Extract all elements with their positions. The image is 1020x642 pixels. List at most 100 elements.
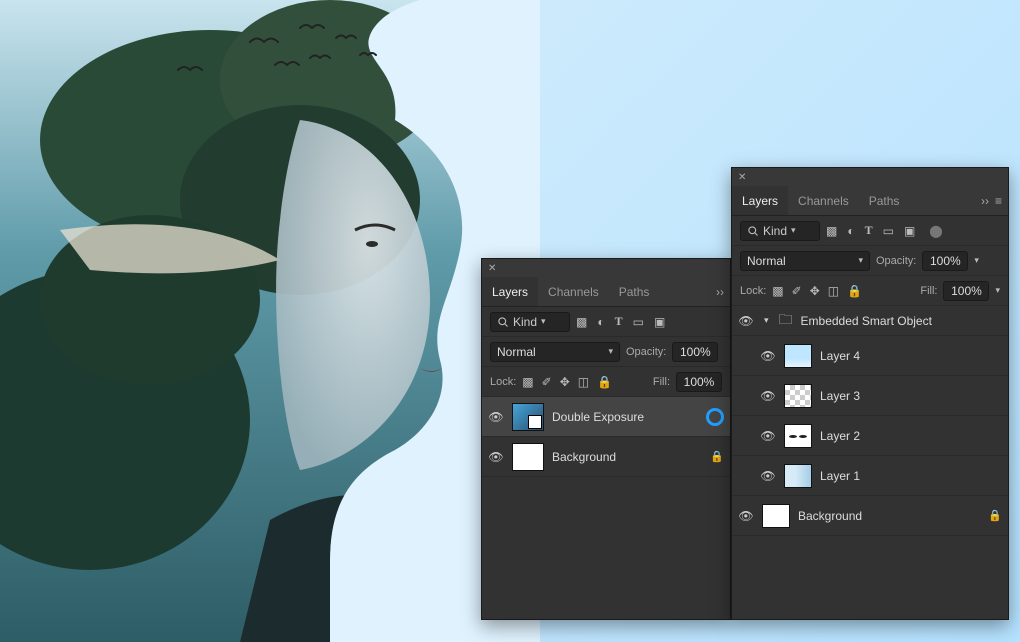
kind-label: Kind <box>513 315 537 329</box>
filter-adjust-icon[interactable]: ◐ <box>847 224 854 238</box>
layer-thumbnail[interactable] <box>762 504 790 528</box>
lock-artboard-icon[interactable]: ◫ <box>828 284 839 298</box>
expand-icon[interactable]: ›› <box>981 194 989 208</box>
close-icon[interactable]: ✕ <box>738 172 746 183</box>
close-icon[interactable]: ✕ <box>488 263 496 274</box>
lock-image-icon[interactable]: ✐ <box>542 375 552 389</box>
layers-panel-back: ✕ Layers Channels Paths ›› ≡ Kind ▾ ▩ ◐ … <box>731 167 1009 620</box>
layer-name[interactable]: Layer 4 <box>820 349 860 363</box>
lock-row: Lock: ▩ ✐ ✥ ◫ 🔒 Fill: 100% ▾ <box>732 276 1008 306</box>
filter-shape-icon[interactable]: ▭ <box>883 224 894 238</box>
layer-row[interactable]: 👁 Layer 3 <box>732 376 1008 416</box>
tab-channels[interactable]: Channels <box>538 277 609 306</box>
filter-smart-icon[interactable]: ▣ <box>654 315 665 329</box>
layer-name[interactable]: Layer 2 <box>820 429 860 443</box>
chevron-down-icon[interactable]: ▾ <box>974 255 979 266</box>
layer-name[interactable]: Layer 1 <box>820 469 860 483</box>
lock-transparency-icon[interactable]: ▩ <box>522 375 533 389</box>
visibility-toggle[interactable]: 👁 <box>760 389 776 403</box>
folder-icon: 🗀 <box>779 309 793 333</box>
layer-thumbnail[interactable] <box>784 384 812 408</box>
filter-pixel-icon[interactable]: ▩ <box>826 224 837 238</box>
visibility-toggle[interactable]: 👁 <box>738 509 754 523</box>
lock-position-icon[interactable]: ✥ <box>560 375 570 389</box>
panel-titlebar[interactable]: ✕ <box>482 259 730 277</box>
fill-input[interactable]: 100% <box>943 281 989 301</box>
layer-row[interactable]: 👁 Layer 1 <box>732 456 1008 496</box>
layer-thumbnail[interactable] <box>512 443 544 471</box>
filter-type-icon[interactable]: T <box>865 223 873 238</box>
tab-paths[interactable]: Paths <box>859 186 910 215</box>
blend-mode-select[interactable]: Normal ▾ <box>490 342 620 362</box>
tab-layers[interactable]: Layers <box>732 186 788 215</box>
layers-list: 👁 ▾ 🗀 Embedded Smart Object 👁 Layer 4 👁 … <box>732 306 1008 619</box>
visibility-toggle[interactable]: 👁 <box>760 429 776 443</box>
layer-row[interactable]: 👁 Layer 2 <box>732 416 1008 456</box>
visibility-toggle[interactable]: 👁 <box>488 450 504 464</box>
filter-shape-icon[interactable]: ▭ <box>633 315 644 329</box>
layer-thumbnail[interactable] <box>512 403 544 431</box>
tab-layers[interactable]: Layers <box>482 277 538 306</box>
layer-name[interactable]: Double Exposure <box>552 410 644 424</box>
blend-row: Normal ▾ Opacity: 100% ▾ <box>732 246 1008 276</box>
lock-icon[interactable]: 🔒 <box>710 450 724 463</box>
filter-smart-icon[interactable]: ▣ <box>904 224 915 238</box>
layer-filter-kind[interactable]: Kind ▾ <box>740 221 820 241</box>
layer-thumbnail[interactable] <box>784 464 812 488</box>
panel-menu-icon[interactable]: ≡ <box>995 194 1002 208</box>
layer-group-row[interactable]: 👁 ▾ 🗀 Embedded Smart Object <box>732 306 1008 336</box>
layer-row[interactable]: 👁 Layer 4 <box>732 336 1008 376</box>
filter-row: Kind ▾ ▩ ◐ T ▭ ▣ <box>482 307 730 337</box>
group-name[interactable]: Embedded Smart Object <box>801 314 932 328</box>
filter-icons: ▩ ◐ T ▭ ▣ <box>576 314 665 329</box>
expand-icon[interactable]: ›› <box>716 285 724 299</box>
layer-row-background[interactable]: 👁 Background 🔒 <box>732 496 1008 536</box>
chevron-down-icon: ▾ <box>541 316 546 327</box>
search-icon <box>747 225 759 237</box>
tab-channels[interactable]: Channels <box>788 186 859 215</box>
panel-tabs: Layers Channels Paths ›› ≡ <box>732 186 1008 216</box>
canvas-artwork <box>0 0 540 642</box>
lock-artboard-icon[interactable]: ◫ <box>578 375 589 389</box>
layer-name[interactable]: Background <box>552 450 616 464</box>
visibility-toggle[interactable]: 👁 <box>760 469 776 483</box>
layer-filter-kind[interactable]: Kind ▾ <box>490 312 570 332</box>
chevron-down-icon: ▾ <box>791 225 796 236</box>
panel-tabs: Layers Channels Paths ›› <box>482 277 730 307</box>
opacity-input[interactable]: 100% <box>672 342 718 362</box>
filter-adjust-icon[interactable]: ◐ <box>597 315 604 329</box>
lock-transparency-icon[interactable]: ▩ <box>772 284 783 298</box>
layer-thumbnail[interactable] <box>784 344 812 368</box>
chevron-down-icon[interactable]: ▾ <box>995 285 1000 296</box>
lock-all-icon[interactable]: 🔒 <box>847 284 862 298</box>
layers-list: 👁 Double Exposure 👁 Background 🔒 <box>482 397 730 619</box>
fill-input[interactable]: 100% <box>676 372 722 392</box>
disclosure-toggle[interactable]: ▾ <box>762 315 771 326</box>
lock-label: Lock: <box>490 376 516 388</box>
visibility-toggle[interactable]: 👁 <box>760 349 776 363</box>
filter-pixel-icon[interactable]: ▩ <box>576 315 587 329</box>
opacity-input[interactable]: 100% <box>922 251 968 271</box>
visibility-toggle[interactable]: 👁 <box>738 314 754 328</box>
layer-row-double-exposure[interactable]: 👁 Double Exposure <box>482 397 730 437</box>
layer-name[interactable]: Layer 3 <box>820 389 860 403</box>
filter-type-icon[interactable]: T <box>615 314 623 329</box>
opacity-label: Opacity: <box>876 255 916 267</box>
layers-panel-front: ✕ Layers Channels Paths ›› Kind ▾ ▩ ◐ T … <box>481 258 731 620</box>
filter-toggle[interactable]: ⬤ <box>929 224 942 238</box>
lock-row: Lock: ▩ ✐ ✥ ◫ 🔒 Fill: 100% <box>482 367 730 397</box>
visibility-toggle[interactable]: 👁 <box>488 410 504 424</box>
lock-all-icon[interactable]: 🔒 <box>597 375 612 389</box>
lock-icon[interactable]: 🔒 <box>988 509 1002 522</box>
layer-row-background[interactable]: 👁 Background 🔒 <box>482 437 730 477</box>
blend-mode-select[interactable]: Normal ▾ <box>740 251 870 271</box>
opacity-label: Opacity: <box>626 346 666 358</box>
lock-position-icon[interactable]: ✥ <box>810 284 820 298</box>
panel-titlebar[interactable]: ✕ <box>732 168 1008 186</box>
tab-paths[interactable]: Paths <box>609 277 660 306</box>
layer-thumbnail[interactable] <box>784 424 812 448</box>
lock-image-icon[interactable]: ✐ <box>792 284 802 298</box>
highlight-ring-icon <box>706 408 724 426</box>
fill-label: Fill: <box>653 376 670 388</box>
layer-name[interactable]: Background <box>798 509 862 523</box>
